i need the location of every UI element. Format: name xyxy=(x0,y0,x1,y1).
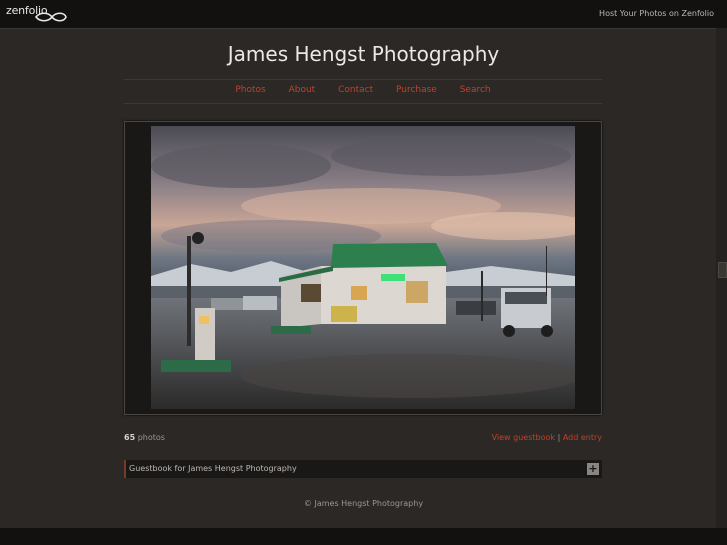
nav-item-purchase[interactable]: Purchase xyxy=(396,85,437,95)
nav-item-about[interactable]: About xyxy=(289,85,316,95)
guestbook-title: Guestbook for James Hengst Photography xyxy=(129,464,297,473)
plus-icon[interactable]: + xyxy=(587,463,599,475)
scrollbar[interactable] xyxy=(716,28,727,528)
site-title: James Hengst Photography xyxy=(227,42,500,66)
footer-copyright: © James Hengst Photography xyxy=(303,499,424,508)
guestbook-links: View guestbook | Add entry xyxy=(492,433,602,442)
guestbook-link-separator: | xyxy=(557,433,561,442)
nav-bottom-divider xyxy=(124,103,602,104)
nav-item-photos[interactable]: Photos xyxy=(235,85,265,95)
zenfolio-logo[interactable]: zenfolio xyxy=(6,3,70,25)
photo-count-label: photos xyxy=(137,433,165,442)
photo-count-number: 65 xyxy=(124,433,136,442)
host-photos-link[interactable]: Host Your Photos on Zenfolio xyxy=(599,9,714,18)
nav-item-contact[interactable]: Contact xyxy=(338,85,373,95)
scrollbar-thumb[interactable] xyxy=(718,262,727,278)
gas-station-photo xyxy=(151,126,575,409)
nav-item-search[interactable]: Search xyxy=(460,85,491,95)
featured-photo[interactable] xyxy=(151,126,575,409)
photo-count: 65 photos xyxy=(124,433,165,442)
top-bar: zenfolio Host Your Photos on Zenfolio xyxy=(0,0,727,29)
nav-top-divider xyxy=(124,79,602,80)
main-nav: Photos About Contact Purchase Search xyxy=(124,85,602,95)
view-guestbook-link[interactable]: View guestbook xyxy=(492,433,555,442)
bottom-bar xyxy=(0,528,727,545)
zenfolio-logo-icon xyxy=(34,12,67,22)
add-entry-link[interactable]: Add entry xyxy=(563,433,602,442)
guestbook-bar[interactable]: Guestbook for James Hengst Photography + xyxy=(124,460,602,478)
